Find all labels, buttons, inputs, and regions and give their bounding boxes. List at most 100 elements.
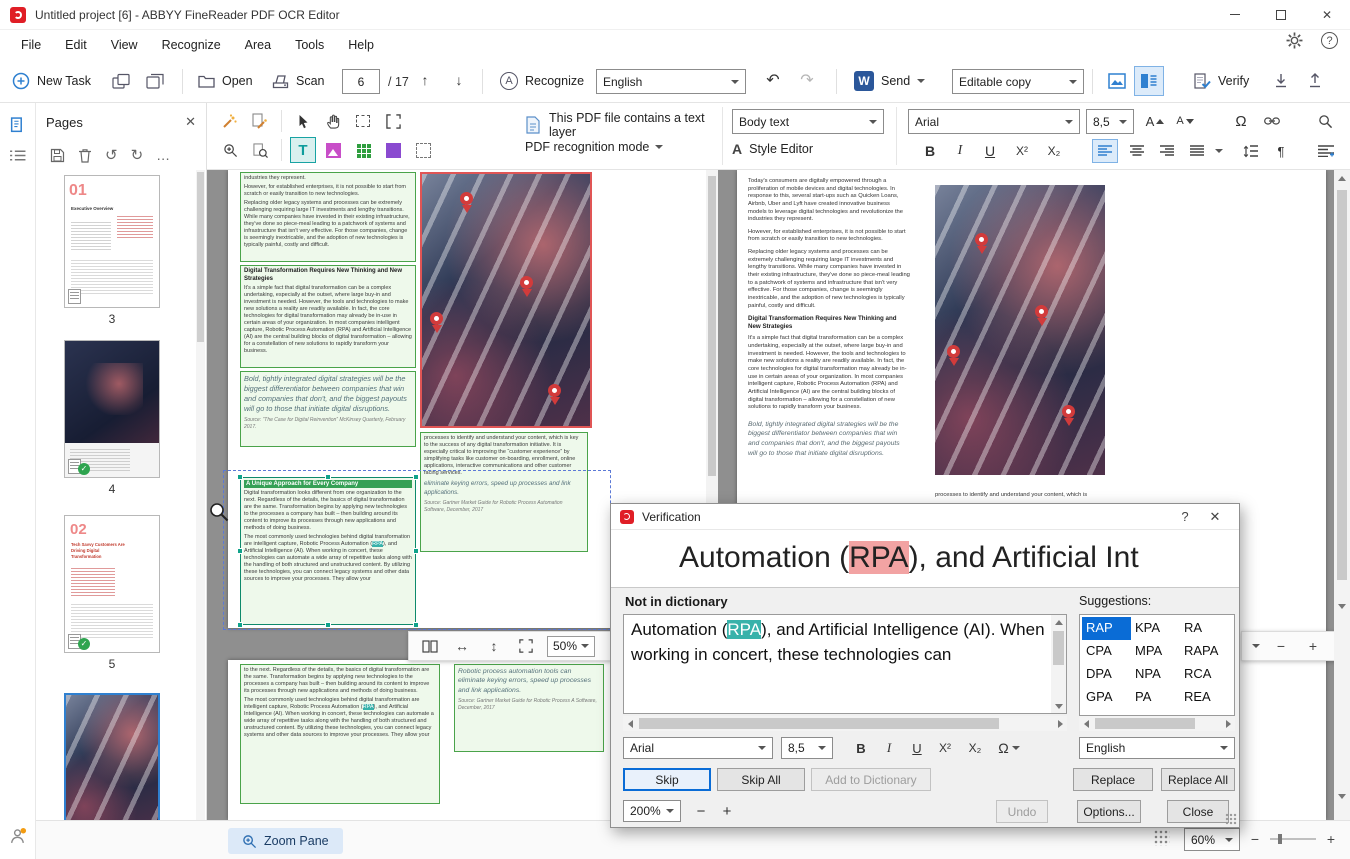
reanalyze-page-icon[interactable] — [247, 108, 273, 134]
suggestion-item[interactable]: CPA — [1082, 640, 1131, 663]
quick-export-button[interactable] — [112, 67, 131, 95]
ocr-picture-area[interactable] — [420, 172, 592, 428]
picture-area-tool-icon[interactable] — [320, 137, 346, 163]
suggestion-item[interactable]: RCA — [1180, 663, 1229, 686]
suggestions-list[interactable]: RAP CPA DPA GPA KPA MPA NPA PA RA RAPA R… — [1079, 614, 1235, 716]
replace-all-button[interactable]: Replace All — [1161, 768, 1235, 791]
scroll-right-icon[interactable] — [1221, 716, 1235, 731]
justify-button[interactable] — [1184, 139, 1210, 163]
align-center-button[interactable] — [1124, 139, 1150, 163]
page-thumbnail-5[interactable]: 02 Tech Savvy Customers Are Driving Digi… — [62, 515, 162, 671]
paragraph-settings-button[interactable] — [1312, 139, 1340, 163]
editor-zoom-select[interactable]: 50% — [547, 635, 595, 657]
ocr-language-select[interactable]: English — [596, 69, 746, 94]
add-to-dictionary-button[interactable]: Add to Dictionary — [811, 768, 931, 791]
suggestion-item[interactable]: RAPA — [1180, 640, 1229, 663]
italic-button[interactable]: I — [948, 139, 972, 163]
menu-file[interactable]: File — [10, 33, 52, 57]
previous-page-button[interactable]: ↑ — [412, 67, 438, 93]
suggestion-item-selected[interactable]: RAP — [1082, 617, 1131, 640]
delete-page-icon[interactable] — [78, 148, 92, 163]
bold-button[interactable]: B — [918, 139, 942, 163]
scroll-down-icon[interactable] — [1334, 788, 1350, 804]
zoom-pane-button[interactable]: Zoom Pane — [228, 828, 343, 854]
align-right-button[interactable] — [1154, 139, 1180, 163]
close-pages-panel-button[interactable]: ✕ — [185, 114, 196, 130]
dialog-close-action-button[interactable]: Close — [1167, 800, 1229, 823]
suggestion-item[interactable]: PA — [1131, 686, 1180, 709]
scroll-down-icon[interactable] — [1051, 699, 1066, 713]
area-handle[interactable] — [325, 622, 331, 628]
pages-pane-tab[interactable] — [9, 117, 26, 134]
area-handle[interactable] — [413, 474, 419, 480]
suggestions-hscrollbar[interactable] — [1079, 716, 1235, 731]
pan-hand-icon[interactable] — [320, 108, 346, 134]
suggestion-item[interactable]: RA — [1180, 617, 1229, 640]
dialog-bold-button[interactable]: B — [849, 737, 873, 759]
page-thumbnail-4[interactable]: ✓ 4 — [62, 340, 162, 496]
suggestion-item[interactable]: REA — [1180, 686, 1229, 709]
ocr-quote-area[interactable]: Robotic process automation tools can eli… — [454, 664, 604, 752]
rotate-left-icon[interactable]: ↺ — [105, 146, 118, 164]
hyperlink-button[interactable] — [1258, 109, 1286, 133]
ocr-text-area[interactable]: to the next. Regardless of the details, … — [240, 664, 440, 804]
marquee-select-icon[interactable] — [350, 108, 376, 134]
underline-button[interactable]: U — [978, 139, 1002, 163]
dialog-subscript-button[interactable]: X₂ — [963, 737, 987, 759]
preview-vertical-scrollbar[interactable] — [1334, 170, 1350, 820]
dialog-italic-button[interactable]: I — [877, 737, 901, 759]
menu-tools[interactable]: Tools — [284, 33, 335, 57]
verification-dialog-titlebar[interactable]: Verification ? ✕ — [611, 504, 1239, 530]
fit-page-icon[interactable] — [515, 635, 537, 657]
skip-all-button[interactable]: Skip All — [717, 768, 805, 791]
style-editor-button[interactable]: A Style Editor — [732, 141, 813, 157]
scroll-up-icon[interactable] — [1051, 615, 1066, 629]
open-button[interactable]: Open — [198, 67, 253, 95]
zoom-page-tool-icon[interactable] — [247, 137, 273, 163]
scroll-down-icon[interactable] — [1334, 598, 1350, 614]
page-number-input[interactable]: 6 — [342, 69, 380, 94]
text-editor-hscrollbar[interactable] — [623, 716, 1067, 731]
menu-edit[interactable]: Edit — [54, 33, 98, 57]
decrease-font-size-button[interactable]: A — [1172, 109, 1198, 133]
area-handle[interactable] — [237, 548, 243, 554]
ocr-text-area[interactable]: industries they represent. However, for … — [240, 172, 416, 262]
suggestion-item[interactable]: R — [1229, 663, 1234, 686]
next-page-button[interactable]: ↓ — [446, 67, 472, 93]
superscript-button[interactable]: X² — [1008, 139, 1036, 163]
scroll-left-icon[interactable] — [1079, 716, 1093, 731]
dialog-resize-grip[interactable] — [1225, 813, 1237, 825]
suggestion-item[interactable]: KPA — [1131, 617, 1180, 640]
dialog-font-size-select[interactable]: 8,5 — [781, 737, 833, 759]
help-icon[interactable]: ? — [1321, 32, 1338, 49]
dialog-font-select[interactable]: Arial — [623, 737, 773, 759]
analyze-areas-icon[interactable] — [217, 108, 243, 134]
dialog-undo-button[interactable]: Undo — [996, 800, 1048, 823]
dialog-help-button[interactable]: ? — [1170, 509, 1200, 524]
font-size-select[interactable]: 8,5 — [1086, 109, 1134, 134]
area-handle[interactable] — [237, 474, 243, 480]
area-handle[interactable] — [237, 622, 243, 628]
menu-help[interactable]: Help — [337, 33, 385, 57]
fit-width-icon[interactable]: ↔ — [451, 635, 473, 657]
dialog-language-select[interactable]: English — [1079, 737, 1235, 759]
new-task-button[interactable]: New Task — [12, 67, 91, 95]
suggestion-item[interactable]: MPA — [1131, 640, 1180, 663]
scan-button[interactable]: Scan — [272, 67, 325, 95]
zoom-in-button[interactable]: + — [1302, 635, 1324, 657]
font-family-select[interactable]: Arial — [908, 109, 1080, 134]
area-handle[interactable] — [413, 548, 419, 554]
replace-button[interactable]: Replace — [1073, 768, 1153, 791]
dialog-symbol-button[interactable]: Ω — [993, 737, 1025, 759]
alignment-dropdown-icon[interactable] — [1212, 139, 1226, 163]
dialog-zoom-select[interactable]: 200% — [623, 800, 681, 822]
chevron-down-icon[interactable] — [1252, 644, 1260, 648]
special-character-button[interactable]: Ω — [1228, 109, 1254, 133]
window-zoom-select[interactable]: 60% — [1184, 828, 1240, 851]
align-left-button[interactable] — [1092, 139, 1118, 163]
zoom-slider[interactable] — [1270, 834, 1316, 844]
fit-selection-icon[interactable] — [380, 108, 406, 134]
page-thumbnail-3[interactable]: 01 Executive Overview 3 — [62, 175, 162, 326]
text-area-tool-icon[interactable]: T — [290, 137, 316, 163]
background-picture-area-tool-icon[interactable] — [380, 137, 406, 163]
